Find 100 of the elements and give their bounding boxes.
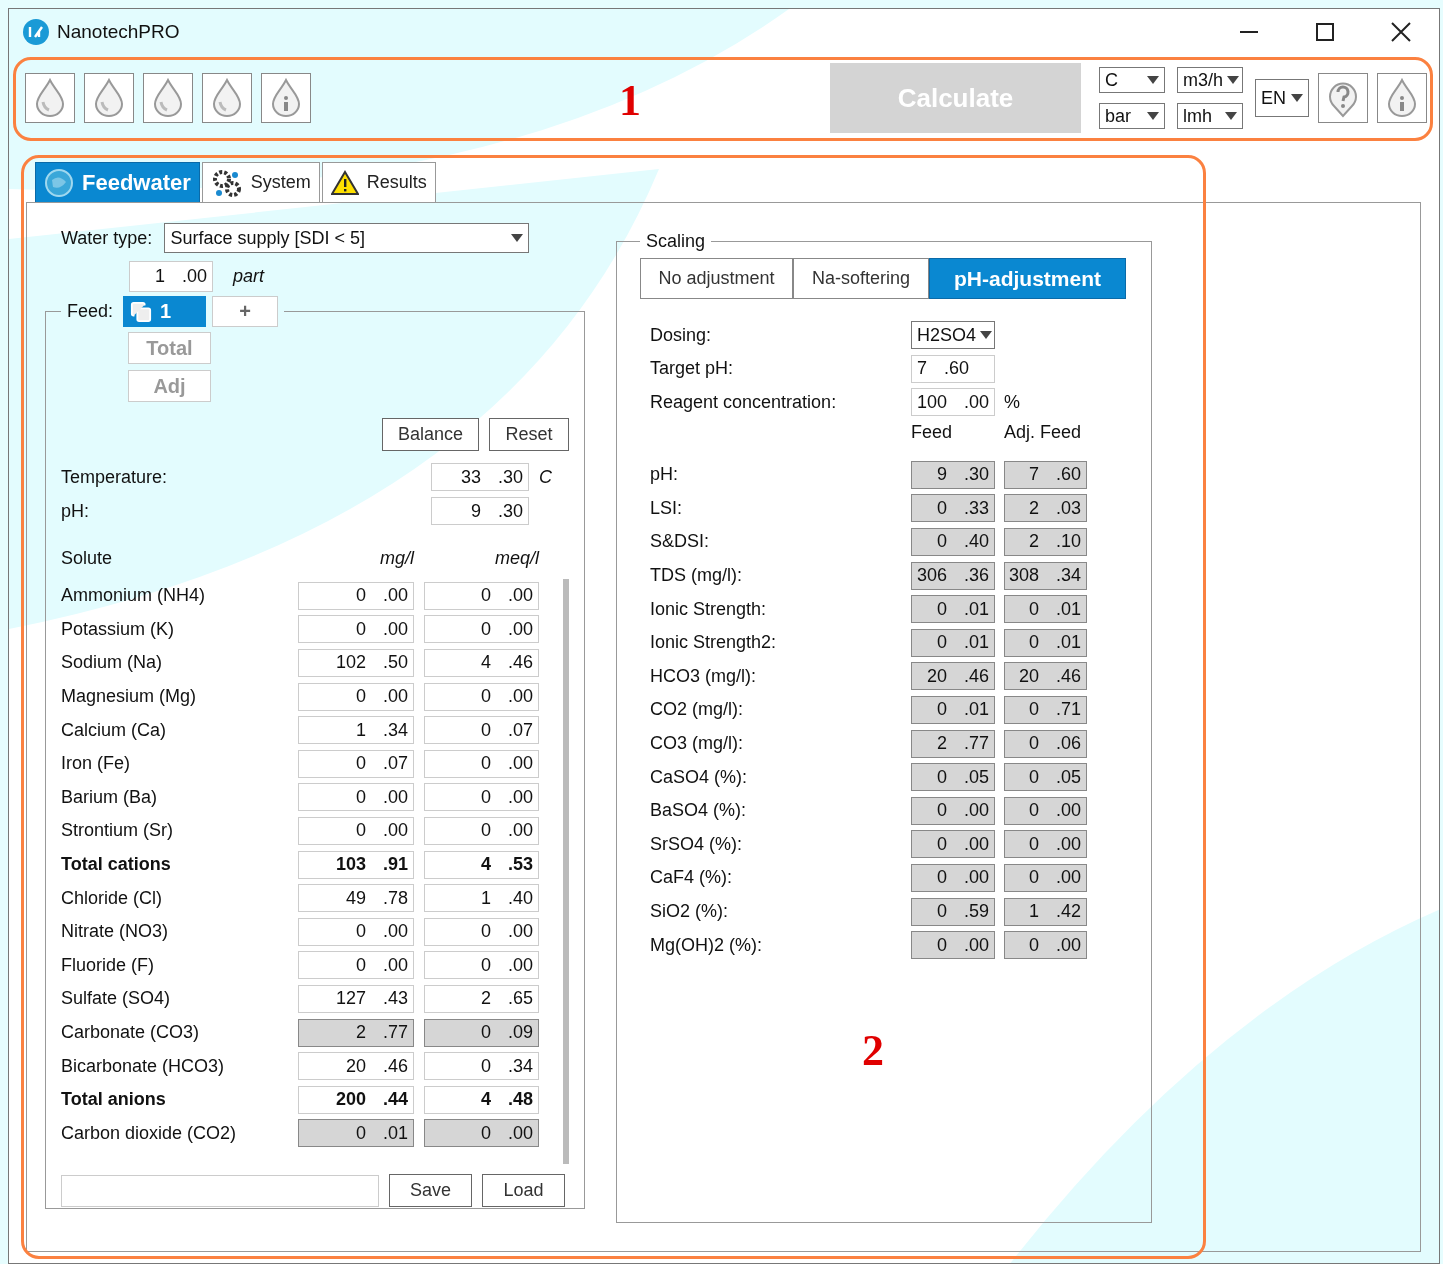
info-button[interactable] (1377, 73, 1427, 123)
unit-dropdown[interactable]: m3/h (1177, 67, 1243, 93)
value-input[interactable]: 0 .00 (424, 951, 539, 980)
value-input[interactable]: 2 .65 (424, 984, 539, 1013)
value-input[interactable]: 1 .40 (424, 884, 539, 913)
feed-label: Feed: (67, 301, 114, 322)
parameter-name: CO2 (mg/l): (650, 699, 744, 721)
value-input[interactable]: 0 .00 (298, 816, 414, 845)
value-cell: 0 .01 (298, 1119, 414, 1148)
solute-name: Total anions (61, 1089, 167, 1111)
solute-name: Calcium (Ca) (61, 719, 167, 741)
parameter-name: Mg(OH)2 (%): (650, 934, 763, 956)
parameter-name: HCO3 (mg/l): (650, 665, 757, 687)
value-cell: 200 .44 (298, 1085, 414, 1114)
balance-button[interactable]: Balance (382, 418, 479, 451)
value-cell: 0 .06 (1004, 729, 1087, 758)
reset-button[interactable]: Reset (489, 418, 569, 451)
value-input[interactable]: 0 .07 (424, 716, 539, 745)
copy-icon (130, 300, 153, 323)
value-input[interactable]: 102 .50 (298, 649, 414, 677)
parameter-name: TDS (mg/l): (650, 565, 743, 587)
value-cell: 20 .46 (1004, 662, 1087, 691)
value-cell: 0 .00 (1004, 796, 1087, 825)
value-input[interactable]: 0 .34 (424, 1052, 539, 1081)
value-cell: 2 .77 (298, 1018, 414, 1047)
close-icon (1391, 22, 1411, 42)
value-cell: 0 .00 (1004, 931, 1087, 960)
dosing-dropdown[interactable]: H2SO4 (911, 321, 995, 349)
feed-tab[interactable]: + (212, 296, 279, 327)
value-input[interactable]: 0 .00 (298, 951, 414, 980)
parameter-name: CaSO4 (%): (650, 766, 749, 788)
load-button[interactable]: Load (482, 1174, 565, 1207)
ph-input[interactable]: 9 .30 (431, 497, 529, 525)
solute-name: Ammonium (NH4) (61, 585, 207, 607)
tab[interactable]: System (201, 162, 320, 202)
unit-dropdown[interactable]: C (1099, 67, 1165, 93)
callout-number: 2 (862, 1025, 884, 1076)
toolbar-button[interactable] (202, 73, 252, 123)
value-cell: 308 .34 (1004, 561, 1087, 590)
water-type-dropdown[interactable]: Surface supply [SDI < 5] (164, 223, 530, 253)
solute-name: Strontium (Sr) (61, 820, 175, 842)
tab[interactable]: Feedwater (35, 162, 200, 202)
parameter-name: BaSO4 (%): (650, 800, 748, 822)
solute-name: Fluoride (F) (61, 954, 155, 976)
target-ph-input[interactable]: 7 .60 (911, 354, 995, 383)
value-input[interactable]: 0 .00 (424, 581, 539, 610)
field-label: Reagent concentration: (650, 391, 838, 413)
value-cell: 0 .00 (911, 863, 995, 892)
value-cell: 103 .91 (298, 850, 414, 879)
value-input[interactable]: 0 .00 (298, 682, 414, 711)
scrollbar[interactable] (563, 579, 569, 1164)
unit-dropdown[interactable]: bar (1099, 103, 1165, 129)
parameter-name: CaF4 (%): (650, 867, 733, 889)
value-cell: 1 .42 (1004, 897, 1087, 926)
tab[interactable]: Results (321, 162, 436, 202)
toolbar-button[interactable] (261, 73, 311, 123)
value-cell: 0 .00 (1004, 830, 1087, 859)
value-input[interactable]: 0 .00 (424, 816, 539, 845)
unit-dropdown[interactable]: lmh (1177, 103, 1243, 129)
gears-icon (210, 167, 243, 198)
save-button[interactable]: Save (389, 1174, 472, 1207)
value-input[interactable]: 0 .00 (424, 783, 539, 812)
value-input[interactable]: 0 .00 (424, 615, 539, 644)
language-dropdown[interactable]: EN (1255, 79, 1309, 117)
value-cell: 0 .71 (1004, 695, 1087, 724)
unit-label: % (1004, 391, 1021, 413)
temperature-input[interactable]: 33 .30 (431, 463, 529, 491)
solute-name: Sulfate (SO4) (61, 988, 172, 1010)
value-cell: 9 .30 (911, 460, 995, 489)
value-cell: 20 .46 (911, 662, 995, 691)
value-input[interactable]: 0 .00 (424, 682, 539, 711)
value-input[interactable]: 49 .78 (298, 884, 414, 913)
part-input[interactable]: 1 .00 (129, 261, 213, 292)
mode-toggle[interactable]: No adjustment (640, 258, 793, 299)
solute-name: Total cations (61, 854, 172, 876)
reagent-input[interactable]: 100 .00 (911, 388, 995, 417)
toolbar-button[interactable] (25, 73, 75, 123)
value-input[interactable]: 0 .07 (298, 749, 414, 778)
mode-toggle[interactable]: pH-adjustment (929, 258, 1126, 299)
value-cell: 0 .00 (911, 830, 995, 859)
value-input[interactable]: 4 .46 (424, 649, 539, 677)
toolbar-button[interactable] (84, 73, 134, 123)
value-input[interactable]: 20 .46 (298, 1052, 414, 1081)
field-label: Water type: (61, 227, 153, 249)
name-input[interactable] (61, 1174, 379, 1207)
value-input[interactable]: 0 .00 (424, 749, 539, 778)
value-input[interactable]: 0 .00 (298, 783, 414, 812)
value-input[interactable]: 0 .00 (298, 917, 414, 946)
toolbar-button[interactable] (143, 73, 193, 123)
value-cell: 0 .05 (1004, 763, 1087, 792)
value-input[interactable]: 1 .34 (298, 716, 414, 745)
mode-toggle[interactable]: Na-softering (793, 258, 929, 299)
value-input[interactable]: 0 .00 (298, 615, 414, 644)
value-input[interactable]: 127 .43 (298, 984, 414, 1013)
value-input[interactable]: 0 .00 (424, 917, 539, 946)
help-button[interactable] (1318, 73, 1368, 123)
solute-name: Magnesium (Mg) (61, 686, 198, 708)
value-input[interactable]: 0 .00 (298, 581, 414, 610)
drop-icon (151, 78, 185, 118)
feed-tab[interactable]: 1 (123, 296, 207, 327)
